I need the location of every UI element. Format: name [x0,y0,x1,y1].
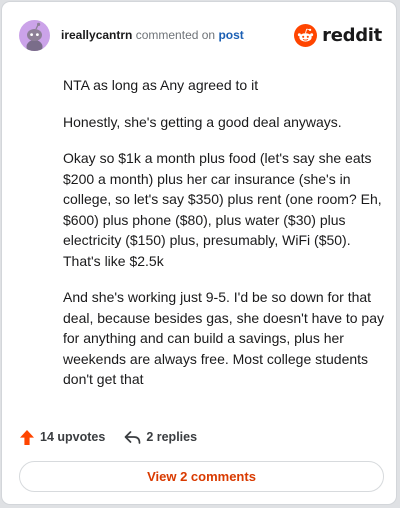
comment-footer: 14 upvotes 2 replies [19,426,197,448]
brand-wordmark: reddit [322,24,382,46]
reply-button[interactable]: 2 replies [124,430,197,445]
comment-card: ireallycantrn commented on post reddit N… [1,1,397,505]
comment-paragraph: And she's working just 9-5. I'd be so do… [63,289,385,387]
upvote-button[interactable]: 14 upvotes [19,429,105,446]
comment-paragraph: NTA as long as Any agreed to it [63,77,259,93]
comment-paragraph: Honestly, she's getting a good deal anyw… [63,113,342,130]
avatar[interactable] [19,19,50,51]
view-comments-button[interactable]: View 2 comments [19,461,384,492]
reddit-logo-icon [294,23,318,47]
reddit-brand[interactable]: reddit [294,23,382,47]
comment-meta: ireallycantrn commented on post [61,28,294,42]
username-link[interactable]: ireallycantrn [61,28,132,42]
reply-arrow-icon [124,430,141,444]
comment-header: ireallycantrn commented on post reddit [19,18,382,52]
post-link[interactable]: post [218,28,243,42]
snoo-avatar-icon [26,22,43,51]
upvote-arrow-icon [20,429,34,445]
upvote-count: 14 upvotes [40,430,106,444]
reply-count: 2 replies [146,430,198,444]
action-text: commented on [135,28,216,42]
comment-body: NTA as long as Any agreed to it Honestly… [63,75,385,406]
comment-paragraph: Okay so $1k a month plus food (let's say… [63,150,382,269]
